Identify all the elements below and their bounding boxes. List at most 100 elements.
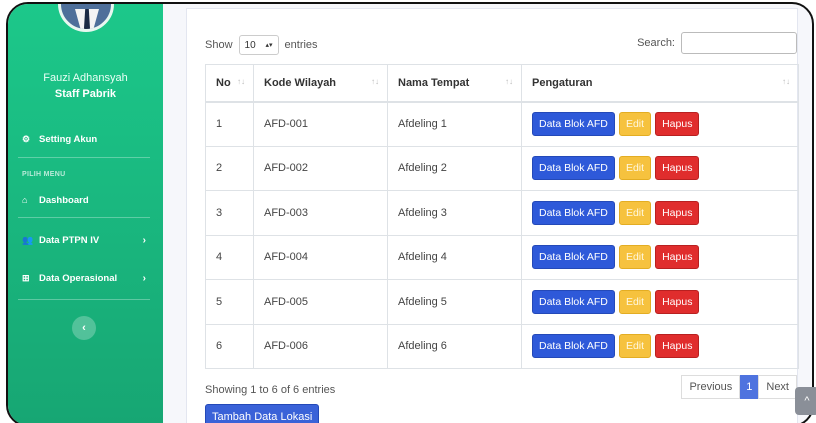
pagination: Previous 1 Next: [681, 375, 797, 399]
select-arrows-icon: ▴▾: [265, 42, 273, 49]
sidebar-item-label: Data PTPN IV: [39, 234, 100, 246]
entries-label: entries: [284, 39, 318, 51]
sitemap-icon: ⊞: [22, 272, 30, 283]
lokasi-table: No ↑↓ Kode Wilayah ↑↓ Nama Tempat ↑↓ Pen…: [205, 64, 799, 369]
search-label: Search:: [637, 37, 675, 49]
previous-page-button[interactable]: Previous: [681, 375, 741, 399]
cell-pengaturan: Data Blok AFD Edit Hapus: [521, 279, 799, 325]
sidebar-toggle-button[interactable]: ‹: [72, 316, 96, 340]
sidebar-item-label: Data Operasional: [39, 272, 118, 284]
sidebar-item-data-ptpn[interactable]: 👥 Data PTPN IV ›: [22, 230, 150, 250]
cell-nama-tempat: Afdeling 5: [387, 279, 522, 325]
column-header-label: Nama Tempat: [398, 76, 470, 89]
add-location-button[interactable]: Tambah Data Lokasi: [205, 404, 320, 423]
column-header-label: Kode Wilayah: [264, 76, 337, 89]
table-row: 2 AFD-002 Afdeling 2 Data Blok AFD Edit Hap…: [205, 145, 799, 191]
column-header-label: Pengaturan: [532, 76, 593, 89]
column-header-label: No: [216, 76, 231, 89]
chevron-right-icon: ›: [142, 234, 146, 246]
data-blok-afd-button[interactable]: Data Blok AFD: [532, 156, 615, 181]
table-row: 4 AFD-004 Afdeling 4 Data Blok AFD Edit Hap…: [205, 234, 799, 280]
cell-kode-wilayah: AFD-003: [253, 190, 388, 236]
data-blok-afd-button[interactable]: Data Blok AFD: [532, 200, 615, 225]
sidebar: Fauzi Adhansyah Staff Pabrik ⚙ Setting A…: [8, 4, 163, 423]
edit-button[interactable]: Edit: [618, 289, 652, 314]
cell-no: 4: [205, 234, 254, 280]
edit-button[interactable]: Edit: [618, 245, 652, 270]
user-role: Staff Pabrik: [54, 88, 117, 100]
cell-kode-wilayah: AFD-002: [253, 145, 388, 191]
cell-no: 1: [205, 101, 254, 147]
edit-button[interactable]: Edit: [618, 156, 652, 181]
sidebar-heading: PILIH MENU: [22, 171, 66, 178]
sidebar-item-dashboard[interactable]: ⌂ Dashboard: [22, 190, 150, 210]
edit-button[interactable]: Edit: [618, 112, 652, 136]
cell-nama-tempat: Afdeling 6: [387, 323, 522, 369]
chevron-right-icon: ›: [142, 272, 146, 284]
cell-kode-wilayah: AFD-001: [253, 101, 388, 147]
delete-button[interactable]: Hapus: [655, 200, 700, 225]
sidebar-item-label: Dashboard: [39, 194, 89, 206]
table-row: 6 AFD-006 Afdeling 6 Data Blok AFD Edit Hap…: [205, 323, 799, 369]
cell-nama-tempat: Afdeling 4: [387, 234, 522, 280]
entries-length-control: Show 10 ▴▾ entries: [205, 35, 318, 55]
sidebar-item-data-operasional[interactable]: ⊞ Data Operasional ›: [22, 268, 150, 288]
column-header-pengaturan[interactable]: Pengaturan ↑↓: [521, 64, 799, 103]
cell-pengaturan: Data Blok AFD Edit Hapus: [521, 234, 799, 280]
edit-button[interactable]: Edit: [618, 200, 652, 225]
sidebar-divider: [18, 157, 150, 158]
sidebar-divider: [18, 217, 150, 218]
data-table-card: Show 10 ▴▾ entries Search: No ↑↓ Kode Wi…: [186, 8, 799, 423]
cell-nama-tempat: Afdeling 3: [387, 190, 522, 236]
home-icon: ⌂: [22, 195, 28, 205]
table-header-row: No ↑↓ Kode Wilayah ↑↓ Nama Tempat ↑↓ Pen…: [205, 64, 799, 103]
delete-button[interactable]: Hapus: [655, 245, 700, 270]
next-page-button[interactable]: Next: [758, 375, 797, 399]
column-header-nama[interactable]: Nama Tempat ↑↓: [387, 64, 522, 103]
cell-no: 5: [205, 279, 254, 325]
delete-button[interactable]: Hapus: [655, 112, 700, 136]
cell-no: 6: [205, 323, 254, 369]
delete-button[interactable]: Hapus: [655, 156, 700, 181]
column-header-kode[interactable]: Kode Wilayah ↑↓: [253, 64, 388, 103]
table-row: 1 AFD-001 Afdeling 1 Data Blok AFD Edit Hap…: [205, 101, 799, 147]
sort-icon: ↑↓: [505, 77, 513, 86]
cell-nama-tempat: Afdeling 1: [387, 101, 522, 147]
cell-pengaturan: Data Blok AFD Edit Hapus: [521, 101, 799, 147]
sort-icon: ↑↓: [237, 77, 245, 86]
entries-select[interactable]: 10 ▴▾: [238, 35, 279, 55]
data-blok-afd-button[interactable]: Data Blok AFD: [532, 112, 615, 136]
cell-pengaturan: Data Blok AFD Edit Hapus: [521, 190, 799, 236]
table-info: Showing 1 to 6 of 6 entries: [205, 384, 336, 396]
chevron-up-icon: ^: [804, 395, 810, 407]
search-control: Search:: [637, 32, 797, 54]
app-window: Fauzi Adhansyah Staff Pabrik ⚙ Setting A…: [6, 2, 814, 423]
scroll-to-top-button[interactable]: ^: [795, 387, 816, 415]
data-blok-afd-button[interactable]: Data Blok AFD: [532, 334, 615, 359]
cell-kode-wilayah: AFD-004: [253, 234, 388, 280]
sidebar-item-label: Setting Akun: [39, 133, 98, 145]
delete-button[interactable]: Hapus: [655, 334, 700, 359]
edit-button[interactable]: Edit: [618, 334, 652, 359]
column-header-no[interactable]: No ↑↓: [205, 64, 254, 103]
cell-pengaturan: Data Blok AFD Edit Hapus: [521, 145, 799, 191]
cell-nama-tempat: Afdeling 2: [387, 145, 522, 191]
search-input[interactable]: [681, 32, 797, 54]
entries-select-value: 10: [244, 39, 256, 51]
users-icon: 👥: [22, 234, 34, 245]
table-row: 3 AFD-003 Afdeling 3 Data Blok AFD Edit Hap…: [205, 190, 799, 236]
cell-pengaturan: Data Blok AFD Edit Hapus: [521, 323, 799, 369]
data-blok-afd-button[interactable]: Data Blok AFD: [532, 289, 615, 314]
page-1-button[interactable]: 1: [740, 375, 759, 399]
sidebar-divider: [18, 299, 150, 300]
cell-no: 2: [205, 145, 254, 191]
data-blok-afd-button[interactable]: Data Blok AFD: [532, 245, 615, 270]
sort-icon: ↑↓: [782, 77, 790, 86]
show-label: Show: [205, 39, 233, 51]
delete-button[interactable]: Hapus: [655, 289, 700, 314]
table-row: 5 AFD-005 Afdeling 5 Data Blok AFD Edit Hap…: [205, 279, 799, 325]
sidebar-item-setting-akun[interactable]: ⚙ Setting Akun: [22, 129, 150, 149]
sort-icon: ↑↓: [371, 77, 379, 86]
gears-icon: ⚙: [22, 133, 31, 144]
cell-kode-wilayah: AFD-005: [253, 279, 388, 325]
